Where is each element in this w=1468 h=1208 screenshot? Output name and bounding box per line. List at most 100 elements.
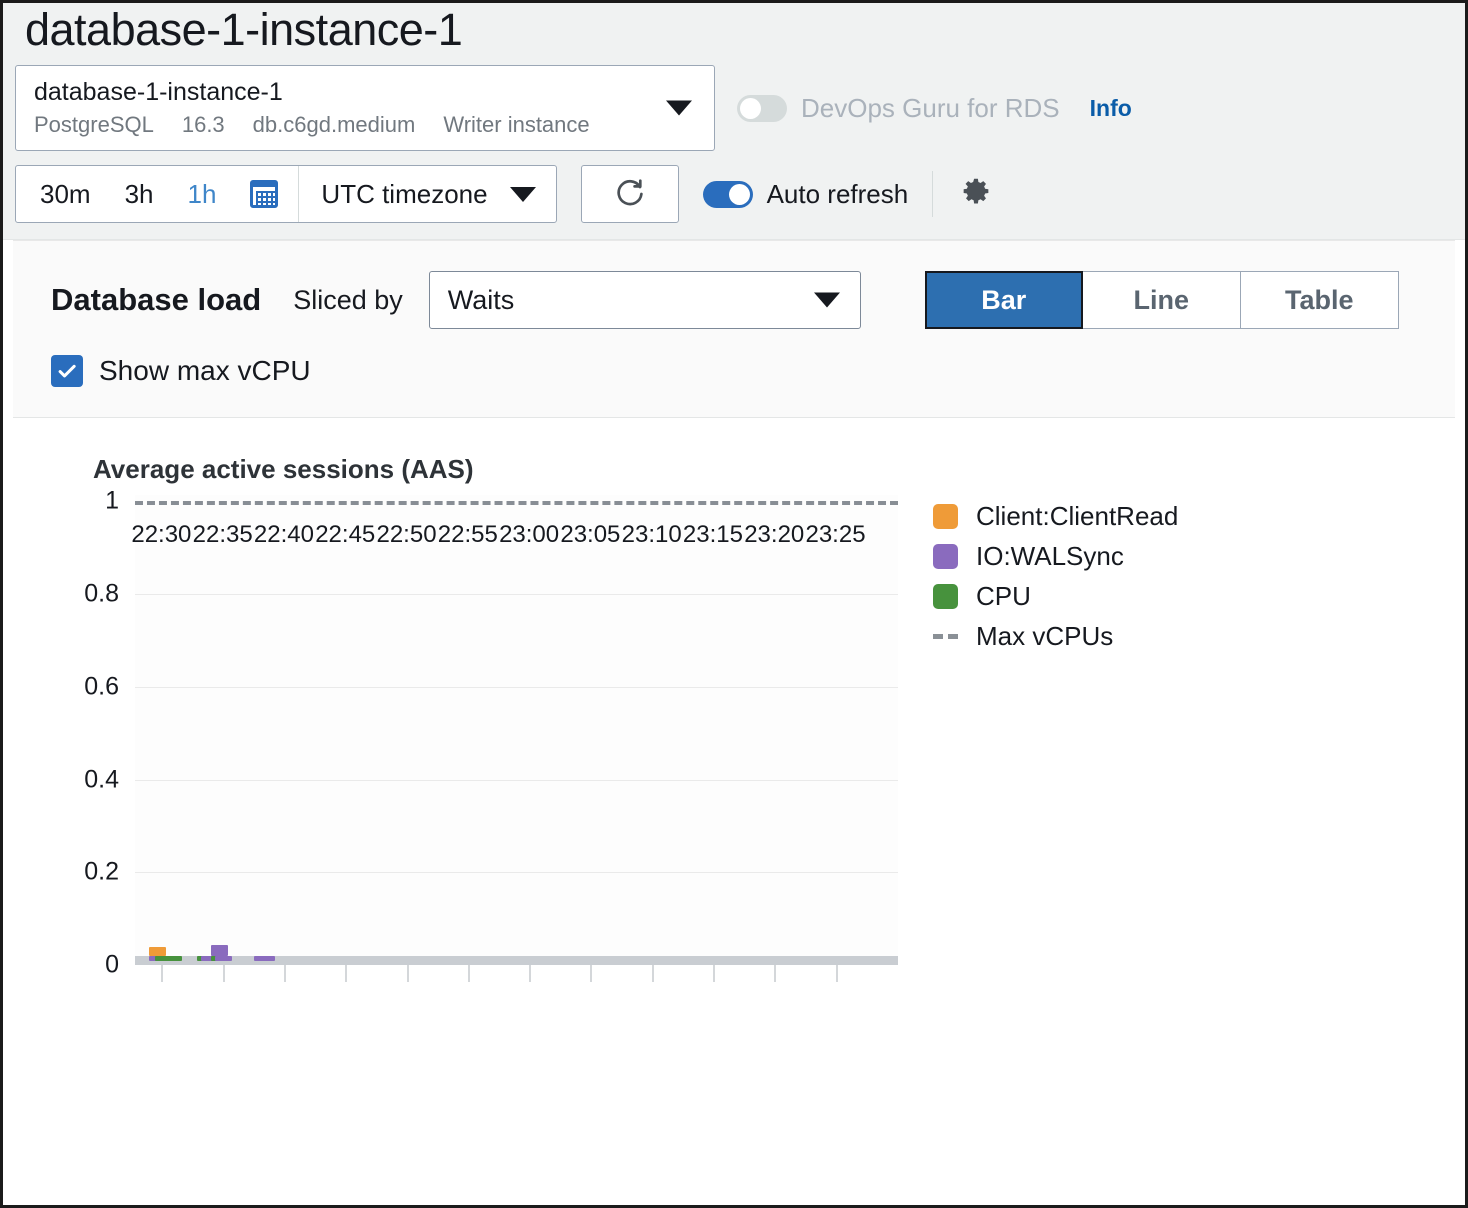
x-axis-tick-mark	[774, 965, 776, 982]
x-axis-tick-label: 22:40	[254, 521, 314, 549]
plot-area[interactable]: 00.20.40.60.8122:3022:3522:4022:4522:502…	[135, 495, 898, 965]
y-axis-tick-label: 0.2	[84, 858, 119, 887]
devops-guru-info-link[interactable]: Info	[1090, 95, 1132, 122]
legend-label: Client:ClientRead	[976, 501, 1178, 532]
x-axis-tick-label: 22:55	[438, 521, 498, 549]
chart-bar-segment[interactable]	[215, 956, 232, 962]
view-mode-bar[interactable]: Bar	[925, 271, 1083, 329]
range-1h-button[interactable]: 1h	[188, 179, 217, 210]
gridline	[135, 594, 898, 595]
calendar-icon[interactable]	[250, 180, 278, 208]
check-icon	[56, 360, 78, 382]
toggle-knob	[740, 98, 761, 119]
chart-title: Average active sessions (AAS)	[13, 454, 1455, 485]
legend-label: Max vCPUs	[976, 621, 1113, 652]
legend-swatch-icon	[933, 544, 958, 569]
instance-version: 16.3	[182, 112, 225, 138]
sliced-by-value: Waits	[448, 285, 515, 316]
instance-selector[interactable]: database-1-instance-1 PostgreSQL 16.3 db…	[15, 65, 715, 151]
chart-bar-segment[interactable]	[149, 947, 166, 955]
x-axis-tick-mark	[161, 965, 163, 982]
show-max-vcpu-checkbox[interactable]	[51, 355, 83, 387]
legend-label: CPU	[976, 581, 1031, 612]
view-mode-line[interactable]: Line	[1083, 271, 1241, 329]
legend-dashed-line-icon	[933, 634, 958, 639]
range-3h-button[interactable]: 3h	[125, 179, 154, 210]
chevron-down-icon	[666, 101, 692, 116]
y-axis-tick-label: 0.6	[84, 672, 119, 701]
x-axis-tick-label: 22:50	[376, 521, 436, 549]
y-axis-tick-label: 0	[105, 951, 119, 980]
timezone-selector[interactable]: UTC timezone	[299, 166, 555, 222]
instance-header-row: database-1-instance-1 PostgreSQL 16.3 db…	[3, 65, 1465, 151]
x-axis-tick-label: 23:15	[683, 521, 743, 549]
instance-class: db.c6gd.medium	[253, 112, 416, 138]
refresh-icon	[611, 175, 649, 213]
devops-guru-toggle[interactable]	[737, 95, 787, 122]
chart-legend: Client:ClientRead IO:WALSync CPU Max vCPUs	[933, 496, 1178, 656]
refresh-button[interactable]	[581, 165, 679, 223]
gridline	[135, 780, 898, 781]
max-vcpus-threshold-line	[135, 501, 898, 505]
controls-row: Database load Sliced by Waits Bar Line T…	[51, 271, 1455, 329]
x-axis-tick-mark	[468, 965, 470, 982]
sliced-by-select[interactable]: Waits	[429, 271, 861, 329]
database-load-title: Database load	[51, 282, 261, 318]
sliced-by-label: Sliced by	[293, 285, 403, 316]
chart-bar-segment[interactable]	[165, 956, 182, 962]
x-axis-tick-mark	[713, 965, 715, 982]
gridline	[135, 687, 898, 688]
chevron-down-icon	[814, 293, 840, 308]
x-axis-tick-label: 22:35	[193, 521, 253, 549]
range-and-timezone-group: 30m 3h 1h UTC timezone	[15, 165, 557, 223]
y-axis-tick-label: 0.8	[84, 579, 119, 608]
x-axis-baseline	[135, 956, 898, 965]
view-mode-segmented-control: Bar Line Table	[925, 271, 1399, 329]
show-max-vcpu-row: Show max vCPU	[51, 355, 1455, 387]
toggle-knob	[729, 184, 750, 205]
chart-bar-segment[interactable]	[211, 945, 228, 955]
y-axis-tick-label: 0.4	[84, 765, 119, 794]
instance-meta: PostgreSQL 16.3 db.c6gd.medium Writer in…	[34, 112, 700, 138]
timezone-label: UTC timezone	[321, 179, 487, 210]
legend-item[interactable]: Max vCPUs	[933, 616, 1178, 656]
x-axis-tick-mark	[407, 965, 409, 982]
range-30m-button[interactable]: 30m	[40, 179, 91, 210]
x-axis-tick-mark	[284, 965, 286, 982]
x-axis-tick-label: 23:20	[744, 521, 804, 549]
x-axis-tick-mark	[590, 965, 592, 982]
x-axis-tick-mark	[223, 965, 225, 982]
legend-item[interactable]: IO:WALSync	[933, 536, 1178, 576]
auto-refresh-toggle[interactable]	[703, 181, 753, 208]
view-mode-table[interactable]: Table	[1241, 271, 1399, 329]
x-axis-tick-label: 23:10	[622, 521, 682, 549]
legend-item[interactable]: Client:ClientRead	[933, 496, 1178, 536]
legend-item[interactable]: CPU	[933, 576, 1178, 616]
range-buttons: 30m 3h 1h	[16, 166, 299, 222]
legend-swatch-icon	[933, 584, 958, 609]
settings-button[interactable]	[957, 175, 995, 213]
instance-name: database-1-instance-1	[34, 76, 700, 110]
auto-refresh-label: Auto refresh	[767, 179, 909, 210]
x-axis-tick-mark	[652, 965, 654, 982]
database-load-controls: Database load Sliced by Waits Bar Line T…	[13, 240, 1455, 418]
instance-role: Writer instance	[443, 112, 589, 138]
show-max-vcpu-label: Show max vCPU	[99, 355, 311, 387]
x-axis-tick-label: 23:00	[499, 521, 559, 549]
devops-guru-toggle-row: DevOps Guru for RDS Info	[737, 93, 1132, 124]
time-range-toolbar: 30m 3h 1h UTC timezone	[3, 151, 1465, 225]
instance-engine: PostgreSQL	[34, 112, 154, 138]
toolbar-divider	[932, 171, 933, 217]
x-axis-tick-mark	[529, 965, 531, 982]
gear-icon	[957, 175, 995, 213]
legend-swatch-icon	[933, 504, 958, 529]
chart-bar-segment[interactable]	[258, 956, 275, 962]
gridline	[135, 872, 898, 873]
x-axis-tick-label: 22:45	[315, 521, 375, 549]
x-axis-tick-mark	[836, 965, 838, 982]
performance-insights-page: database-1-instance-1 database-1-instanc…	[0, 0, 1468, 1208]
chevron-down-icon	[510, 187, 536, 202]
x-axis-tick-mark	[345, 965, 347, 982]
legend-label: IO:WALSync	[976, 541, 1124, 572]
chart-plot[interactable]: 00.20.40.60.8122:3022:3522:4022:4522:502…	[123, 495, 898, 965]
